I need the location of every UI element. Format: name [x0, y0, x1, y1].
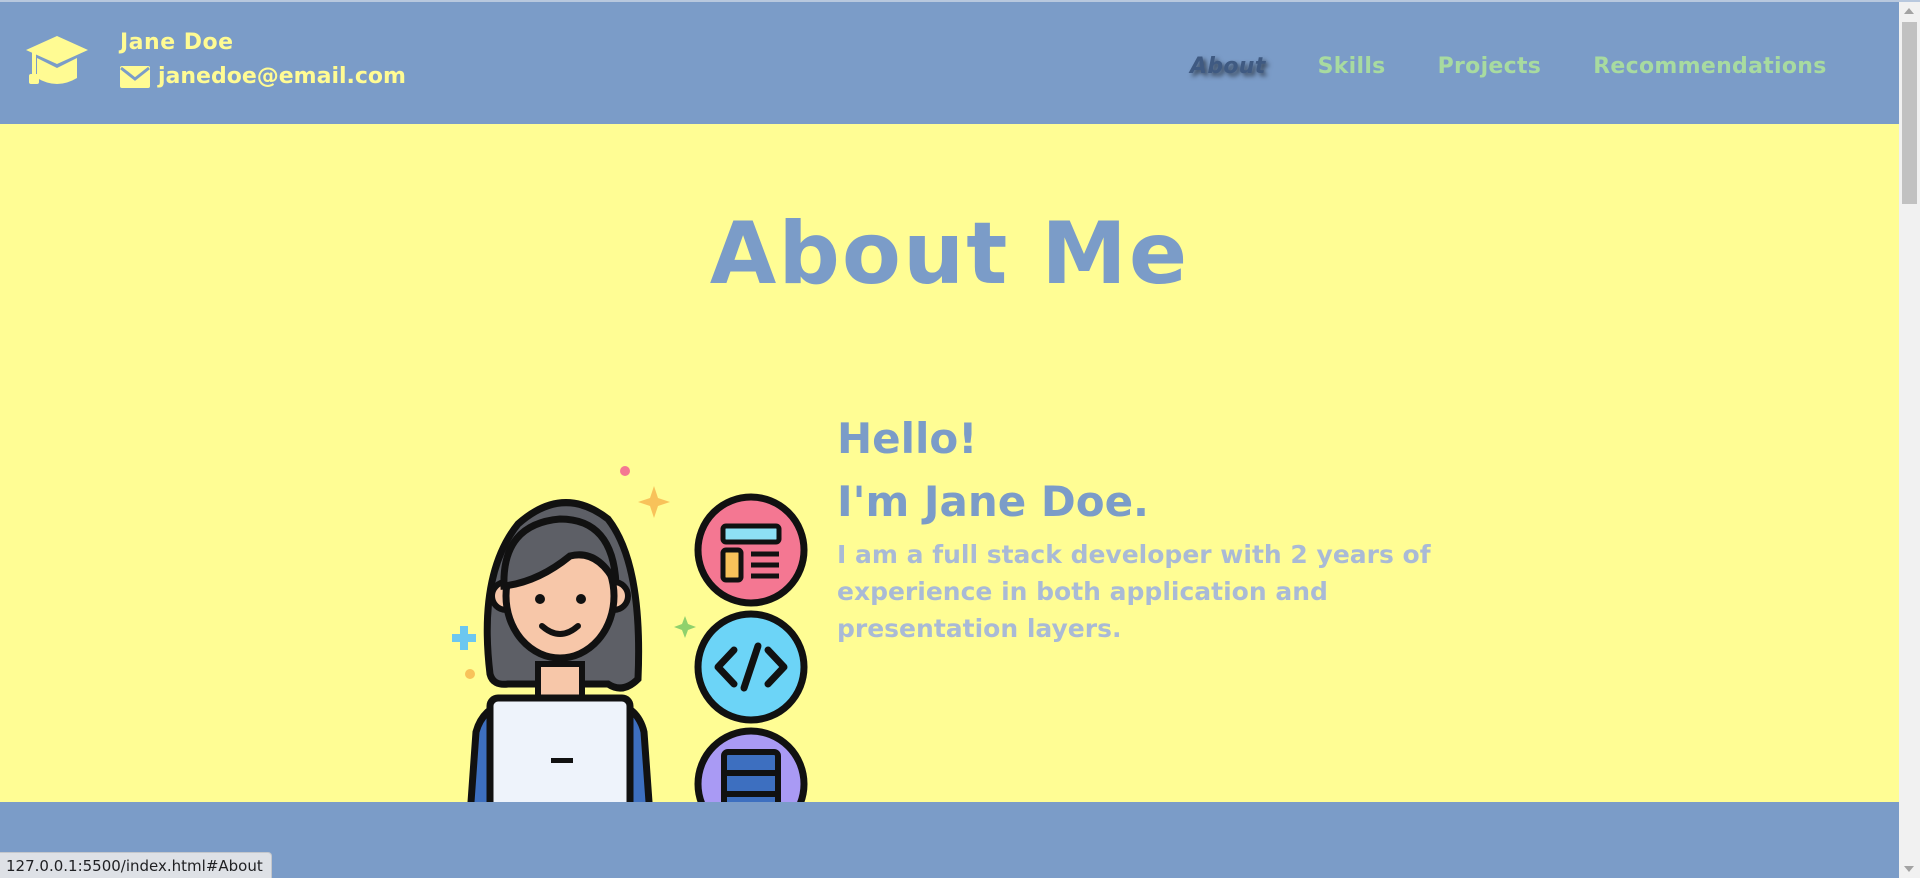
nav-link-about[interactable]: About: [1190, 54, 1266, 79]
next-section: [0, 802, 1899, 878]
developer-illustration: [452, 466, 808, 848]
bio-text: I am a full stack developer with 2 years…: [837, 540, 1431, 643]
sparkle-star-icon: [638, 486, 670, 518]
main-nav: About Skills Projects Recommendations: [1190, 54, 1879, 79]
greeting: Hello!: [837, 414, 978, 463]
brand-name: Jane Doe: [120, 30, 234, 55]
layout-icon: [694, 493, 808, 607]
nav-link-skills[interactable]: Skills: [1318, 54, 1386, 79]
about-title: About Me: [709, 204, 1190, 304]
email-text: janedoe@email.com: [158, 64, 406, 89]
about-section: About Me Hello! I'm Jane Doe. I am a ful…: [0, 124, 1899, 848]
code-icon: [694, 610, 808, 724]
nav-link-projects[interactable]: Projects: [1438, 54, 1542, 79]
envelope-icon: [120, 65, 150, 88]
scroll-up-arrow-icon[interactable]: [1904, 8, 1914, 14]
scroll-down-arrow-icon[interactable]: [1904, 866, 1914, 872]
status-bar-url: 127.0.0.1:5500/index.html#About: [0, 852, 272, 878]
intro-name: I'm Jane Doe.: [837, 477, 1150, 526]
sparkle-green-icon: [674, 616, 696, 638]
brand-email[interactable]: janedoe@email.com: [120, 64, 406, 89]
scroll-thumb[interactable]: [1902, 22, 1917, 204]
plus-icon: [452, 626, 476, 650]
nav-link-recommendations[interactable]: Recommendations: [1593, 54, 1826, 79]
vertical-scrollbar[interactable]: [1899, 2, 1920, 878]
graduation-cap-icon[interactable]: [24, 32, 90, 94]
site-header: Jane Doe janedoe@email.com About Skills …: [0, 2, 1899, 124]
sparkle-dot-icon: [620, 466, 630, 476]
page: Jane Doe janedoe@email.com About Skills …: [0, 0, 1920, 878]
